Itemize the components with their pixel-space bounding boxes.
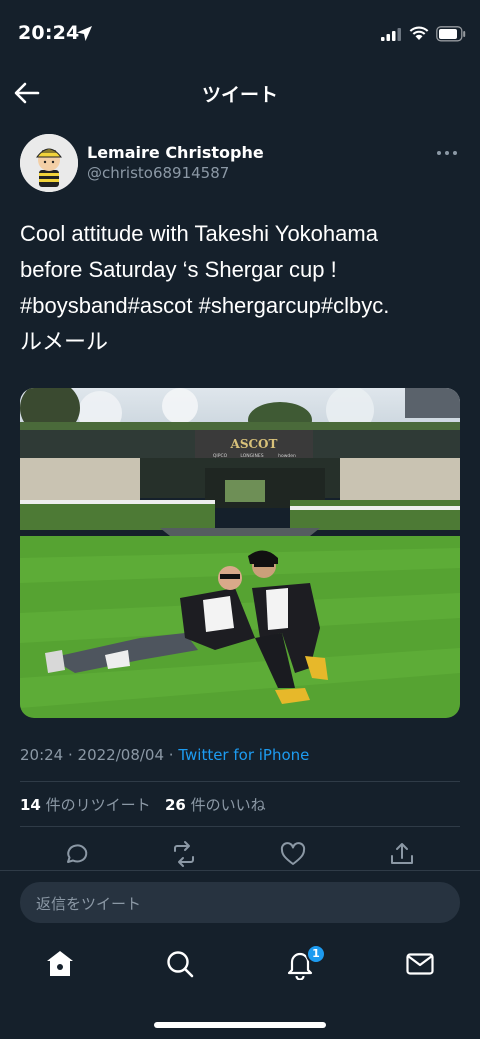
cellular-signal-icon [381, 28, 401, 41]
tweet-time: 20:24 [20, 746, 64, 764]
tweet-text-line-hashtags[interactable]: #boysband#ascot #shergarcup#clbyc. [20, 288, 465, 324]
retweet-stats[interactable]: 14 件のリツイート [20, 796, 151, 814]
reply-input[interactable]: 返信をツイート [20, 882, 460, 923]
author-name[interactable]: Lemaire Christophe [87, 143, 264, 162]
location-arrow-icon [77, 26, 92, 41]
share-icon[interactable] [388, 840, 416, 868]
wifi-icon [409, 26, 429, 40]
status-time: 20:24 [18, 22, 80, 44]
reply-icon[interactable] [62, 840, 90, 868]
home-indicator[interactable] [154, 1022, 326, 1028]
like-label: 件のいいね [190, 796, 266, 814]
retweet-label: 件のリツイート [45, 796, 151, 814]
like-heart-icon[interactable] [279, 840, 307, 868]
more-options-icon[interactable] [436, 146, 458, 160]
photo-illustration: ASCOT QIPCO LONGINES howden [20, 388, 460, 718]
like-stats[interactable]: 26 件のいいね [165, 796, 266, 814]
reply-placeholder: 返信をツイート [36, 895, 142, 913]
divider [20, 826, 460, 827]
tweet-text-line: ルメール [20, 329, 109, 354]
tweet-source-link[interactable]: Twitter for iPhone [178, 746, 309, 764]
avatar-illustration [20, 134, 78, 192]
photo-sign-ascot: ASCOT [230, 437, 278, 451]
avatar[interactable] [20, 134, 78, 192]
retweet-icon[interactable] [170, 840, 198, 868]
status-bar: 20:24 [0, 0, 480, 70]
tweet-text: Cool attitude with Takeshi Yokohama befo… [20, 216, 465, 360]
page-title: ツイート [201, 84, 278, 106]
like-count: 26 [164, 796, 186, 814]
notification-badge: 1 [306, 944, 326, 964]
divider [20, 781, 460, 782]
tweet-stats: 14 件のリツイート 26 件のいいね [20, 794, 266, 815]
author-handle[interactable]: @christo68914587 [87, 164, 229, 182]
home-icon[interactable] [44, 948, 76, 980]
tweet-timestamp: 20:24 · 2022/08/04 · Twitter for iPhone [20, 746, 310, 764]
messages-envelope-icon[interactable] [404, 948, 436, 980]
tweet-photo[interactable]: ASCOT QIPCO LONGINES howden [20, 388, 460, 718]
battery-icon [436, 26, 466, 42]
search-icon[interactable] [164, 948, 196, 980]
tweet-text-line: before Saturday ‘s Shergar cup ! [20, 257, 337, 282]
tweet-date: 2022/08/04 [77, 746, 165, 764]
tweet-text-line: Cool attitude with Takeshi Yokohama [20, 221, 378, 246]
header: ツイート [0, 70, 480, 116]
retweet-count: 14 [20, 796, 41, 814]
